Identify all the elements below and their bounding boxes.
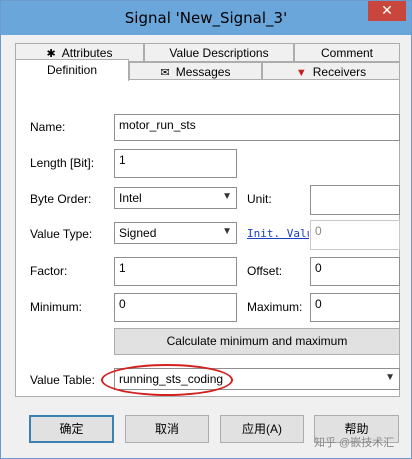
watermark: 知乎 @嵌技术汇 xyxy=(314,437,395,449)
offset-input[interactable]: 0 xyxy=(310,257,400,286)
name-label: Name: xyxy=(30,120,66,134)
calculate-min-max-button[interactable]: Calculate minimum and maximum xyxy=(114,328,400,355)
signal-dialog: Signal 'New_Signal_3' ✕ ✱ Attributes Valu… xyxy=(0,0,412,459)
byte-order-label: Byte Order: xyxy=(30,192,92,206)
close-icon: ✕ xyxy=(381,2,393,18)
factor-input[interactable]: 1 xyxy=(114,257,237,286)
cancel-button[interactable]: 取消 xyxy=(125,415,209,443)
chevron-down-icon: ▼ xyxy=(222,226,232,237)
value-table-select[interactable]: running_sts_coding ▼ xyxy=(114,368,400,390)
value-type-label: Value Type: xyxy=(30,227,93,241)
tab-value-descriptions[interactable]: Value Descriptions xyxy=(144,43,294,62)
value-table-label: Value Table: xyxy=(30,373,95,387)
window-title: Signal 'New_Signal_3' xyxy=(124,9,288,27)
unit-input[interactable] xyxy=(310,185,400,215)
length-input[interactable]: 1 xyxy=(114,149,237,178)
minimum-label: Minimum: xyxy=(30,300,83,314)
apply-button[interactable]: 应用(A) xyxy=(220,415,304,443)
length-label: Length [Bit]: xyxy=(30,156,95,170)
unit-label: Unit: xyxy=(247,192,272,206)
close-button[interactable]: ✕ xyxy=(368,1,406,21)
offset-label: Offset: xyxy=(247,264,283,278)
init-value-input[interactable]: 0 xyxy=(310,220,400,250)
title-bar[interactable]: Signal 'New_Signal_3' ✕ xyxy=(1,1,411,35)
name-input[interactable]: motor_run_sts xyxy=(114,114,400,141)
ok-button[interactable]: 确定 xyxy=(29,415,114,443)
maximum-input[interactable]: 0 xyxy=(310,293,400,322)
chevron-down-icon: ▼ xyxy=(385,372,395,383)
maximum-label: Maximum: xyxy=(247,300,303,314)
tab-comment[interactable]: Comment xyxy=(294,43,400,62)
minimum-input[interactable]: 0 xyxy=(114,293,237,322)
byte-order-select[interactable]: Intel ▼ xyxy=(114,187,237,209)
factor-label: Factor: xyxy=(30,264,68,278)
init-value-link[interactable]: Init. Value xyxy=(247,227,309,240)
chevron-down-icon: ▼ xyxy=(222,191,232,202)
value-type-select[interactable]: Signed ▼ xyxy=(114,222,237,244)
tab-definition[interactable]: Definition xyxy=(15,59,129,81)
